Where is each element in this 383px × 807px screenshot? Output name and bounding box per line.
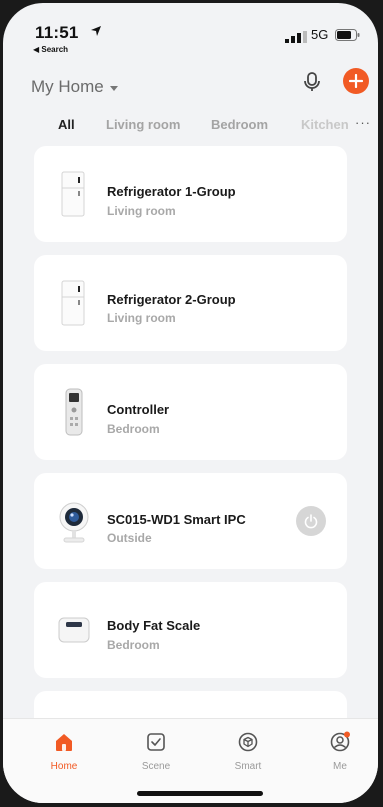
nav-scene[interactable]: Scene — [126, 731, 186, 772]
status-bar: 11:51 ◀ Search 5G — [3, 3, 378, 59]
cellular-signal-icon — [285, 31, 307, 43]
remote-control-icon — [65, 388, 83, 436]
device-room: Bedroom — [107, 422, 160, 436]
room-tabs: All Living room Bedroom Kitchen ··· — [3, 115, 378, 137]
device-name: Refrigerator 2-Group — [107, 292, 236, 307]
battery-icon — [335, 29, 360, 41]
add-device-button[interactable] — [343, 68, 369, 94]
location-arrow-icon — [91, 26, 101, 36]
nav-home[interactable]: Home — [34, 731, 94, 772]
chevron-down-icon — [109, 85, 118, 91]
device-name: Body Fat Scale — [107, 618, 201, 633]
device-card[interactable]: Body Fat Scale Bedroom — [34, 582, 347, 678]
device-card[interactable]: Controller Bedroom — [34, 364, 347, 460]
home-indicator — [137, 791, 263, 796]
refrigerator-icon — [61, 171, 85, 217]
nav-scene-label: Scene — [141, 761, 171, 772]
phone-screen: 11:51 ◀ Search 5G My Home All Living roo… — [3, 3, 378, 803]
device-room: Living room — [107, 204, 176, 218]
status-time: 11:51 — [35, 23, 79, 42]
device-card[interactable]: Refrigerator 2-Group Living room — [34, 255, 347, 351]
power-icon — [304, 514, 318, 529]
device-room: Outside — [107, 531, 152, 545]
network-type: 5G — [311, 27, 329, 42]
refrigerator-icon — [61, 280, 85, 326]
notification-badge — [344, 731, 350, 738]
tab-bedroom[interactable]: Bedroom — [211, 117, 268, 132]
device-card[interactable]: Refrigerator 1-Group Living room — [34, 146, 347, 242]
device-name: SC015-WD1 Smart IPC — [107, 512, 246, 527]
device-name: Refrigerator 1-Group — [107, 184, 236, 199]
home-selector[interactable]: My Home — [31, 77, 118, 97]
home-icon — [56, 734, 72, 751]
camera-icon — [59, 502, 89, 543]
device-room: Bedroom — [107, 638, 160, 652]
nav-me-label: Me — [333, 761, 347, 772]
tab-kitchen[interactable]: Kitchen — [301, 117, 349, 132]
back-to-search-link[interactable]: ◀ Search — [33, 45, 68, 54]
power-button[interactable] — [296, 506, 326, 536]
nav-smart[interactable]: Smart — [218, 731, 278, 772]
nav-smart-label: Smart — [234, 761, 262, 772]
profile-icon — [330, 731, 350, 752]
nav-me[interactable]: Me — [310, 731, 370, 772]
home-name: My Home — [31, 77, 104, 96]
tab-all[interactable]: All — [58, 117, 75, 132]
nav-home-label: Home — [50, 761, 78, 772]
microphone-icon[interactable] — [300, 70, 324, 94]
more-tabs-icon[interactable]: ··· — [355, 115, 371, 130]
scene-checkbox-icon — [147, 733, 165, 751]
device-room: Living room — [107, 311, 176, 325]
plus-icon — [349, 74, 363, 88]
device-name: Controller — [107, 402, 170, 417]
smart-cube-icon — [238, 732, 258, 752]
device-card[interactable]: SC015-WD1 Smart IPC Outside — [34, 473, 347, 569]
tab-living-room[interactable]: Living room — [106, 117, 180, 132]
scale-icon — [58, 617, 90, 643]
